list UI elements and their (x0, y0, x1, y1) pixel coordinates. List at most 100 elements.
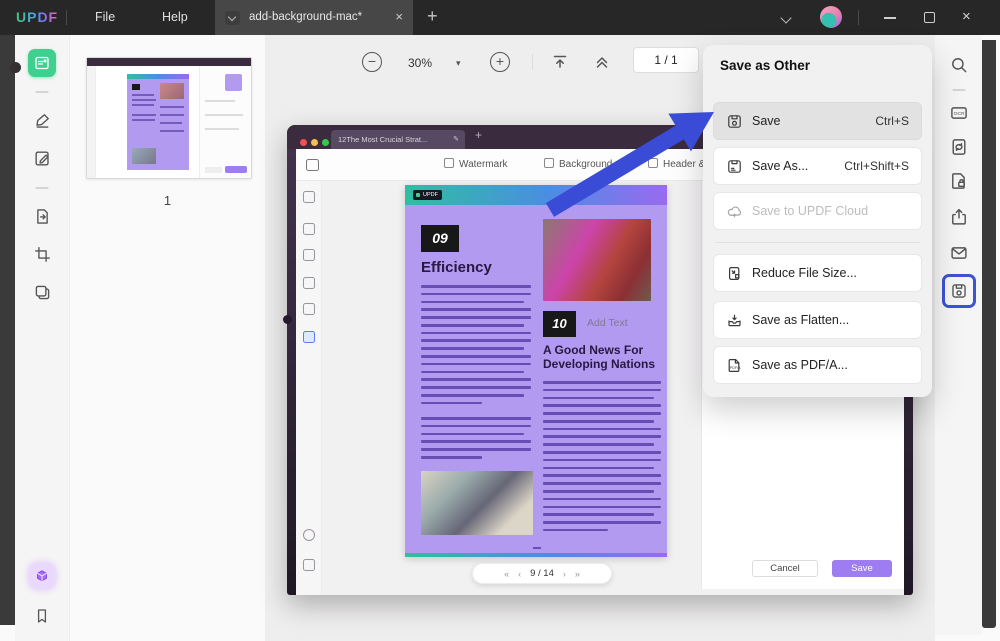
bookmark-button[interactable] (29, 603, 55, 629)
viewer-toolbar-divider (532, 54, 533, 70)
heading-efficiency: Efficiency (421, 259, 492, 276)
protect-button[interactable] (947, 169, 971, 193)
user-avatar[interactable] (820, 6, 842, 28)
mini-bookmark-icon (303, 559, 315, 571)
edit-tool-button[interactable] (29, 145, 55, 171)
right-toolbar: OCR (935, 35, 982, 635)
page-number-mark (533, 547, 541, 550)
nested-window-left-frame (287, 125, 296, 595)
page-header-gradient: UPDF (405, 185, 667, 205)
badge-10: 10 (543, 311, 576, 337)
menu-help[interactable]: Help (162, 0, 188, 35)
nested-document-tab: 12The Most Crucial Strat... ✎ (331, 130, 465, 149)
nested-page-navigator: « ‹ 9 / 14 › » (472, 563, 612, 584)
tab-chevron-down-icon[interactable] (225, 11, 240, 25)
mini-globe-icon (303, 529, 315, 541)
organize-pages-button[interactable] (29, 203, 55, 229)
updf-app-window: UPDF File Help add-background-mac* × + × (0, 0, 1000, 641)
next-page-icon: › (563, 569, 566, 579)
nested-background-button: Background (544, 149, 612, 181)
document-lock-icon (949, 171, 969, 191)
save-as-other-button-selected[interactable] (942, 274, 976, 308)
photo-laptops-desk (421, 471, 533, 535)
mini-comment-icon (303, 223, 315, 235)
mini-crop-icon (303, 303, 315, 315)
updf-logo: UPDF (16, 9, 58, 25)
page-indicator-box[interactable]: 1 / 1 (633, 47, 699, 73)
save-icon (726, 113, 743, 130)
thumbnail-panel: 1 (70, 35, 265, 641)
nested-new-tab-icon: + (475, 128, 482, 142)
thumbnail-purple-page (127, 74, 189, 170)
ocr-icon: OCR (949, 103, 969, 123)
reduce-file-size-icon (726, 265, 743, 282)
menu-item-save-as-pdfa[interactable]: PDF/A Save as PDF/A... (713, 346, 922, 384)
menu-file[interactable]: File (95, 0, 115, 35)
zoom-in-button[interactable]: + (490, 52, 510, 72)
search-icon (949, 55, 969, 75)
highlighter-icon (33, 111, 52, 130)
comment-tool-button[interactable] (29, 107, 55, 133)
menu-item-save-as[interactable]: Save As... Ctrl+Shift+S (713, 147, 922, 185)
window-maximize-button[interactable] (924, 12, 935, 23)
nested-page-indicator: 9 / 14 (530, 568, 554, 579)
collapse-toolbar-button[interactable] (592, 52, 612, 77)
toolbar-divider (36, 91, 49, 93)
mail-icon (949, 243, 969, 263)
share-button[interactable] (947, 205, 971, 229)
menu-item-save[interactable]: Save Ctrl+S (713, 102, 922, 140)
window-close-button[interactable]: × (962, 0, 971, 35)
page-footer-gradient (405, 553, 667, 557)
account-chevron-down-icon[interactable] (780, 12, 791, 23)
zoom-caret-down-icon[interactable]: ▾ (456, 58, 461, 69)
pdfa-icon: PDF/A (726, 357, 743, 374)
save-as-icon (726, 158, 743, 175)
reader-view-icon (33, 54, 51, 72)
toolbar-divider (36, 187, 49, 189)
rename-pencil-icon: ✎ (453, 130, 459, 149)
last-page-icon: » (575, 569, 580, 579)
ai-assistant-button[interactable] (29, 563, 55, 589)
titlebar-divider (66, 10, 67, 25)
convert-icon (949, 137, 969, 157)
save-panel-divider (715, 242, 920, 243)
svg-text:PDF/A: PDF/A (730, 366, 741, 370)
scroll-to-top-button[interactable] (550, 52, 570, 77)
cloud-icon (726, 203, 743, 220)
zoom-level: 30% (408, 56, 432, 70)
menu-item-save-as-flatten[interactable]: Save as Flatten... (713, 301, 922, 339)
page-1-thumbnail[interactable] (86, 57, 252, 179)
edit-document-icon (33, 149, 52, 168)
save-as-other-icon (950, 282, 968, 300)
ocr-button[interactable]: OCR (947, 101, 971, 125)
zoom-out-button[interactable]: − (362, 52, 382, 72)
search-button[interactable] (947, 53, 971, 77)
panel-collapse-handle[interactable] (10, 62, 21, 73)
nested-mini-sidebar (296, 181, 322, 595)
tab-close-icon[interactable]: × (395, 0, 403, 35)
document-tab[interactable]: add-background-mac* × (215, 0, 413, 35)
titlebar: UPDF File Help add-background-mac* × + × (0, 0, 1000, 35)
menu-item-reduce-file-size[interactable]: Reduce File Size... (713, 254, 922, 292)
mini-background-tool-icon (303, 331, 315, 343)
heading-good-news: A Good News For Developing Nations (543, 343, 661, 372)
email-button[interactable] (947, 241, 971, 265)
right-edge-strip (982, 40, 996, 628)
ai-cube-icon (34, 568, 50, 584)
nested-sidebar-toggle-icon (306, 159, 319, 171)
toolbar-divider (952, 89, 965, 91)
nested-tab-title: 12The Most Crucial Strat... (338, 135, 427, 144)
page-tools-button[interactable] (29, 279, 55, 305)
flatten-icon (726, 312, 743, 329)
window-minimize-button[interactable] (884, 17, 896, 19)
first-page-icon: « (504, 569, 509, 579)
share-icon (949, 207, 969, 227)
new-tab-button[interactable]: + (427, 0, 438, 35)
crop-icon (33, 245, 52, 264)
svg-text:OCR: OCR (953, 111, 964, 117)
thumbnail-properties-panel (199, 66, 251, 178)
maximize-traffic-light (322, 139, 329, 146)
reader-view-button[interactable] (28, 49, 56, 77)
crop-tool-button[interactable] (29, 241, 55, 267)
convert-button[interactable] (947, 135, 971, 159)
